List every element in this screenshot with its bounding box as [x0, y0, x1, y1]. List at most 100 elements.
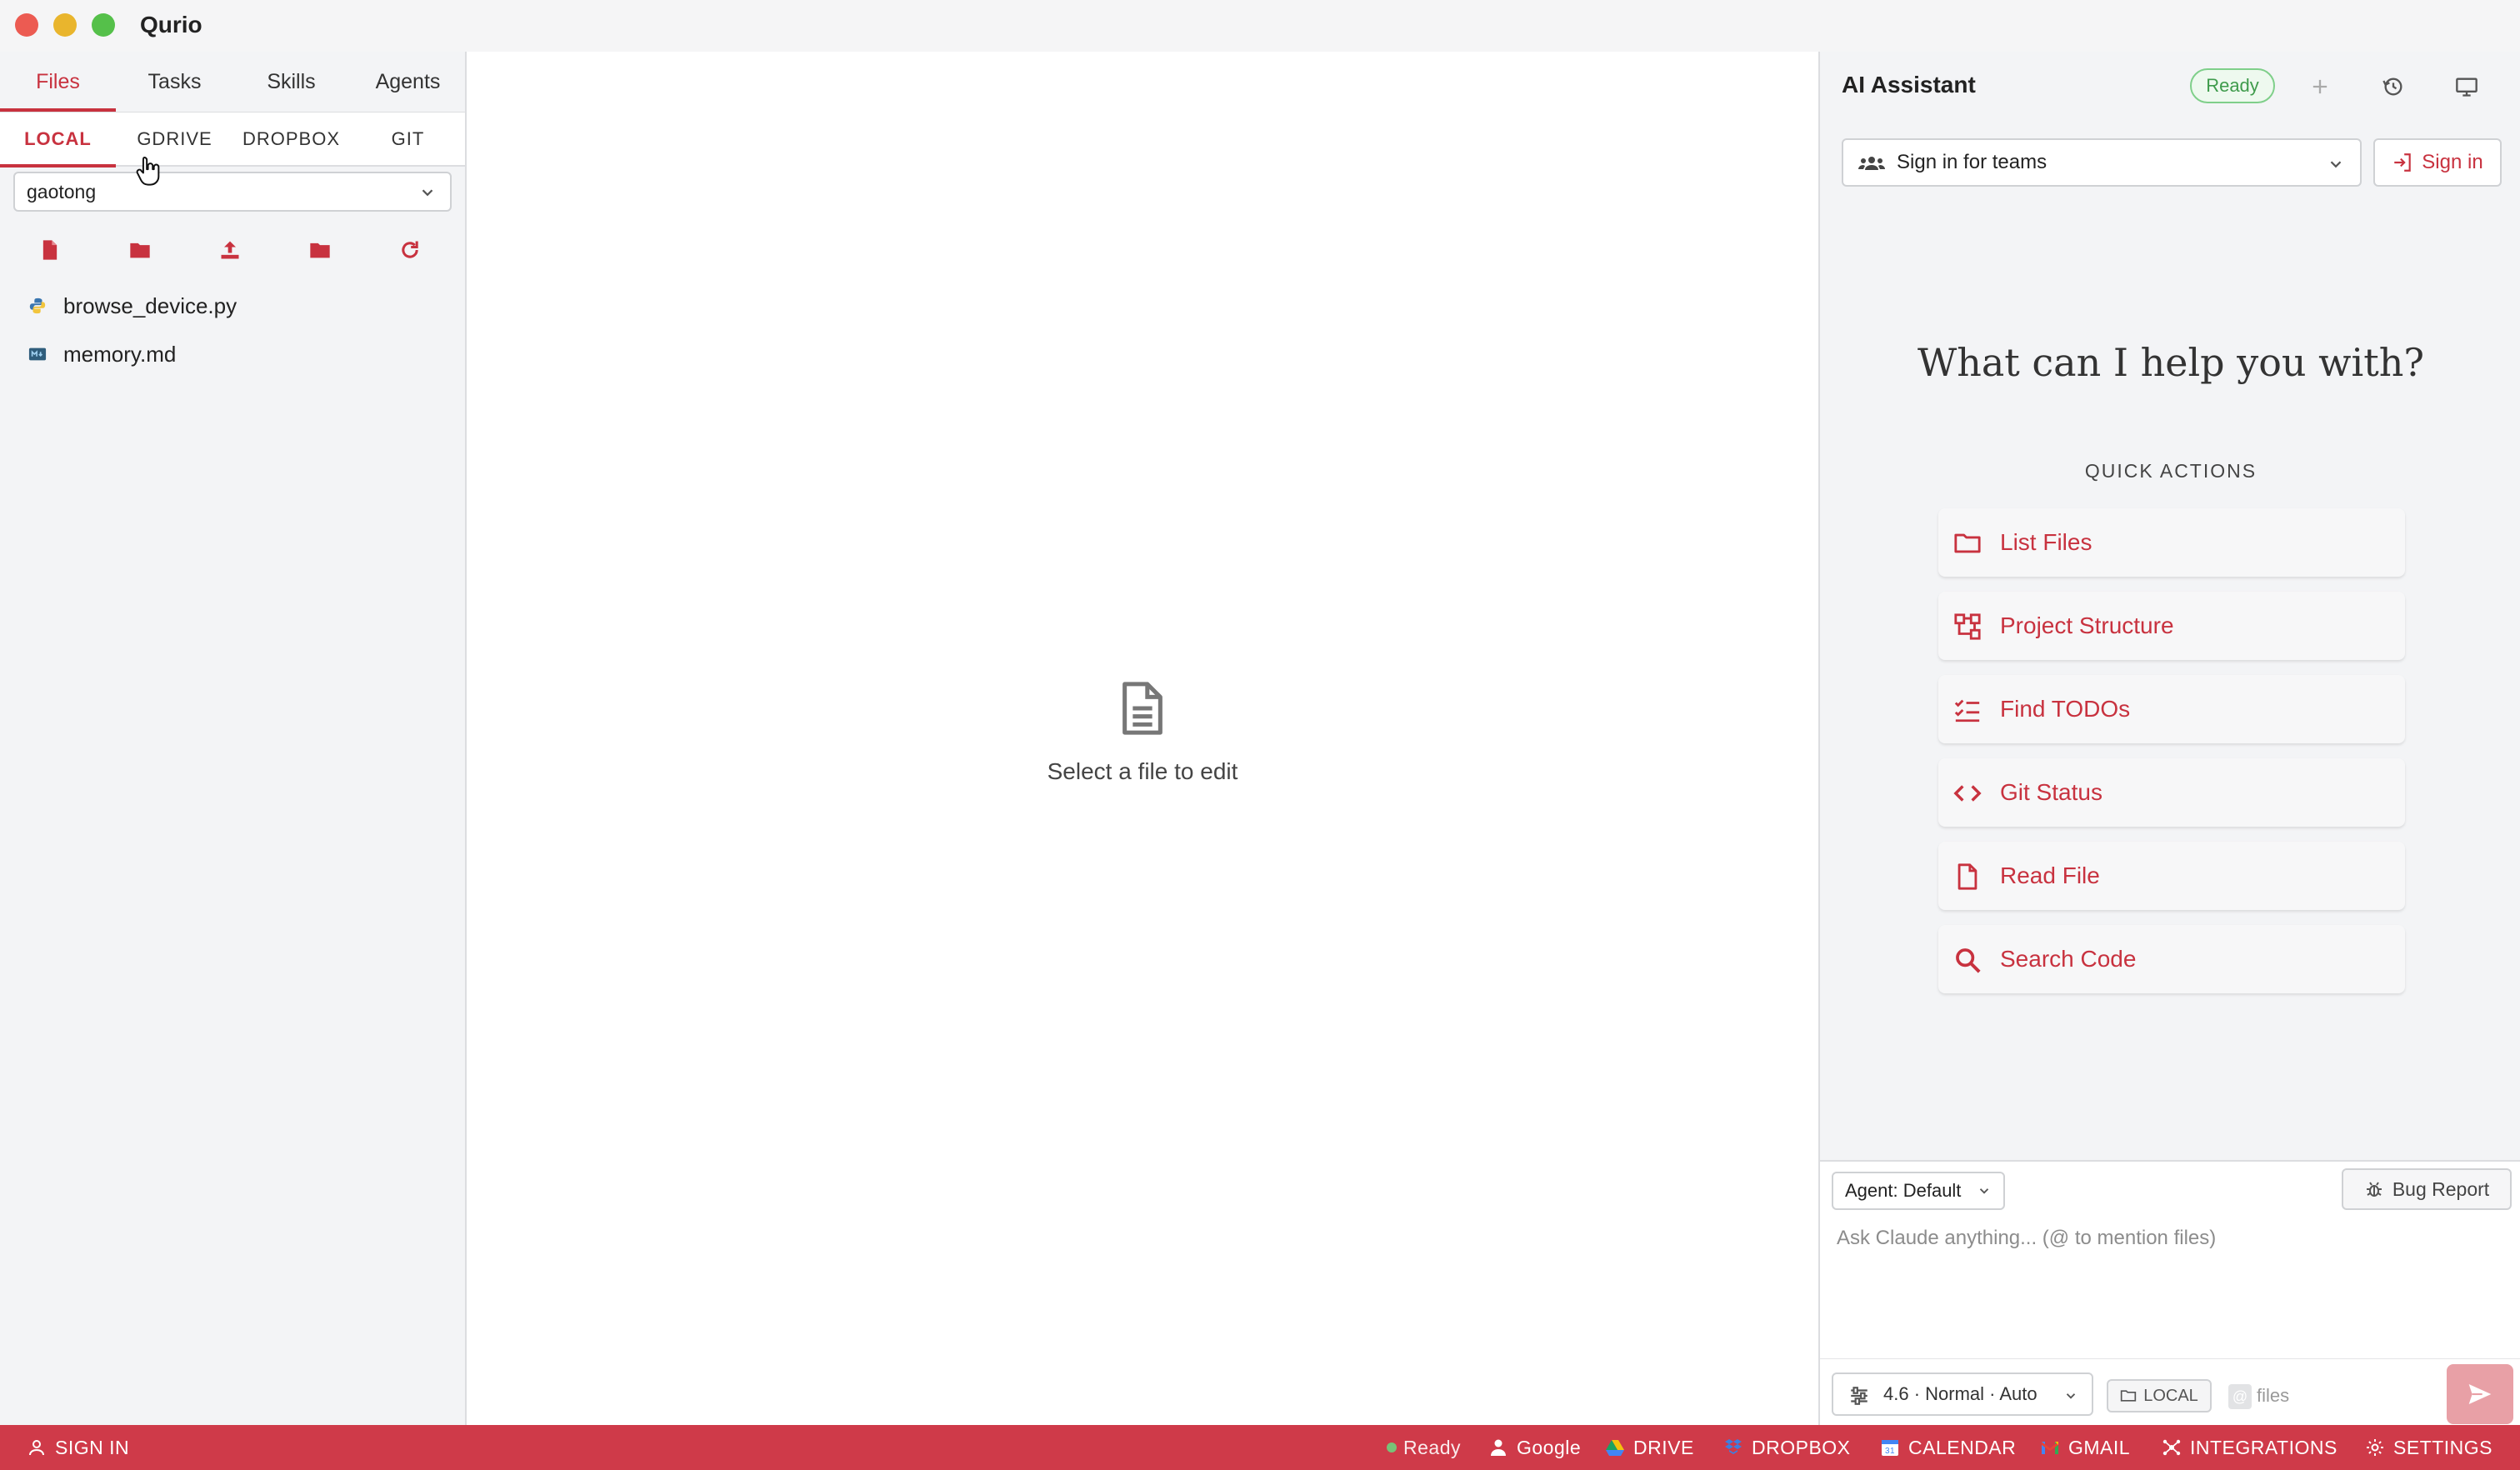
editor-area: Select a file to edit [468, 52, 1817, 1425]
new-file-icon [42, 240, 58, 260]
integrations-icon [2162, 1439, 2181, 1456]
quick-action-label: List Files [2000, 529, 2092, 555]
upload-button[interactable] [213, 233, 247, 267]
send-button[interactable] [2447, 1364, 2513, 1424]
file-name: browse_device.py [63, 292, 238, 318]
monitor-icon [2456, 78, 2478, 97]
folder-icon [2121, 1390, 2137, 1402]
statusbar-calendar-label: CALENDAR [1908, 1436, 2017, 1458]
quick-action-list-files[interactable]: List Files [1938, 508, 2405, 577]
sign-in-button[interactable]: Sign in [2373, 138, 2502, 187]
google-drive-icon [1606, 1440, 1624, 1456]
status-badge: Ready [2190, 68, 2275, 103]
statusbar-ready-label: Ready [1403, 1436, 1461, 1458]
workspace-select[interactable]: gaotong [13, 172, 452, 212]
send-icon [2468, 1384, 2492, 1404]
minimize-window-button[interactable] [53, 13, 77, 37]
chevron-down-icon [1979, 1188, 1989, 1194]
person-icon [1491, 1439, 1506, 1456]
history-icon [2382, 78, 2402, 96]
quick-action-search-code[interactable]: Search Code [1938, 925, 2405, 993]
storage-tab-git[interactable]: GIT [350, 112, 466, 166]
statusbar-integrations-label: INTEGRATIONS [2190, 1436, 2338, 1458]
statusbar-gmail-label: GMAIL [2068, 1436, 2131, 1458]
file-icon [1958, 863, 1978, 890]
sign-in-icon [2394, 153, 2412, 172]
app-title: Qurio [140, 12, 202, 38]
checklist-icon [1954, 699, 1980, 722]
file-item-memory[interactable]: memory.md [0, 330, 465, 378]
quick-action-label: Search Code [2000, 946, 2137, 972]
statusbar-dropbox[interactable]: DROPBOX [1723, 1425, 1851, 1470]
storage-tab-gdrive[interactable]: GDRIVE [117, 112, 232, 166]
file-list: browse_device.py memory.md [0, 282, 465, 378]
file-item-browse-device[interactable]: browse_device.py [0, 282, 465, 330]
folder-icon [1954, 533, 1981, 553]
statusbar-gmail[interactable]: GMAIL [2040, 1425, 2130, 1470]
composer: Agent: Default Bug Report 4.6 · Normal ·… [1820, 1160, 2520, 1425]
storage-tab-local[interactable]: LOCAL [0, 112, 116, 168]
file-name: memory.md [63, 341, 177, 367]
assistant-panel: AI Assistant Ready Sign in for teams Sig… [1818, 52, 2520, 1425]
sliders-icon [1851, 1387, 1868, 1405]
new-folder-button[interactable] [123, 233, 157, 267]
tab-tasks[interactable]: Tasks [117, 52, 232, 112]
assistant-heading: What can I help you with? [1917, 340, 2425, 385]
calendar-icon: 31 [1882, 1440, 1898, 1456]
tab-agents[interactable]: Agents [350, 52, 466, 112]
statusbar-dropbox-label: DROPBOX [1752, 1436, 1851, 1458]
storage-tabs: LOCAL GDRIVE DROPBOX GIT [0, 112, 466, 168]
toggle-panel-button[interactable] [2450, 70, 2483, 103]
close-window-button[interactable] [15, 13, 38, 37]
storage-tab-dropbox[interactable]: DROPBOX [233, 112, 349, 166]
statusbar-drive[interactable]: DRIVE [1605, 1425, 1694, 1470]
new-chat-button[interactable] [2303, 70, 2337, 103]
user-icon [29, 1440, 44, 1456]
model-select[interactable]: 4.6 · Normal · Auto [1832, 1372, 2093, 1416]
location-chip[interactable]: LOCAL [2107, 1379, 2212, 1412]
composer-bottom-bar: 4.6 · Normal · Auto LOCAL @ [1820, 1358, 2520, 1425]
new-folder-icon [130, 242, 150, 258]
title-bar: Qurio [0, 0, 2520, 52]
svg-text:31: 31 [1885, 1447, 1895, 1456]
statusbar-sign-in[interactable]: SIGN IN [27, 1425, 129, 1470]
assistant-title: AI Assistant [1842, 72, 1976, 98]
statusbar-calendar[interactable]: 31 CALENDAR [1880, 1425, 2016, 1470]
python-file-icon [29, 298, 46, 314]
statusbar-google[interactable]: Google [1488, 1425, 1581, 1470]
statusbar-integrations[interactable]: INTEGRATIONS [2162, 1425, 2338, 1470]
quick-action-project-structure[interactable]: Project Structure [1938, 592, 2405, 660]
structure-icon [1954, 613, 1981, 640]
prompt-input[interactable] [1833, 1222, 2508, 1347]
statusbar-settings[interactable]: SETTINGS [2365, 1425, 2492, 1470]
bug-report-button[interactable]: Bug Report [2342, 1168, 2512, 1210]
status-bar: SIGN IN Ready Google DRIVE DROPBOX 31 CA… [0, 1425, 2520, 1470]
quick-actions-title: QUICK ACTIONS [2084, 460, 2258, 482]
sign-in-label: Sign in [2422, 151, 2483, 173]
app-window: Qurio Files Tasks Skills Agents LOCAL GD… [0, 0, 2520, 1470]
quick-action-label: Read File [2000, 862, 2100, 888]
open-folder-button[interactable] [303, 233, 337, 267]
editor-empty-state: Select a file to edit [468, 681, 1817, 785]
tab-skills[interactable]: Skills [233, 52, 349, 112]
sidebar: Files Tasks Skills Agents LOCAL GDRIVE D… [0, 52, 467, 1425]
statusbar-drive-label: DRIVE [1633, 1436, 1694, 1458]
maximize-window-button[interactable] [92, 13, 115, 37]
team-select[interactable]: Sign in for teams [1842, 138, 2362, 187]
empty-state-text: Select a file to edit [1047, 758, 1238, 784]
refresh-button[interactable] [393, 233, 427, 267]
bug-icon [2366, 1182, 2382, 1197]
team-select-label: Sign in for teams [1897, 151, 2048, 173]
chevron-down-icon [422, 189, 433, 197]
location-chip-label: LOCAL [2143, 1386, 2198, 1405]
tab-files[interactable]: Files [0, 52, 116, 112]
quick-action-read-file[interactable]: Read File [1938, 842, 2405, 910]
new-file-button[interactable] [33, 233, 67, 267]
files-mention-input[interactable] [2223, 1379, 2423, 1412]
agent-select[interactable]: Agent: Default [1832, 1172, 2005, 1210]
workspace-select-value: gaotong [27, 180, 97, 202]
history-button[interactable] [2377, 70, 2410, 103]
quick-action-label: Project Structure [2000, 612, 2174, 638]
quick-action-git-status[interactable]: Git Status [1938, 758, 2405, 827]
quick-action-find-todos[interactable]: Find TODOs [1938, 675, 2405, 743]
